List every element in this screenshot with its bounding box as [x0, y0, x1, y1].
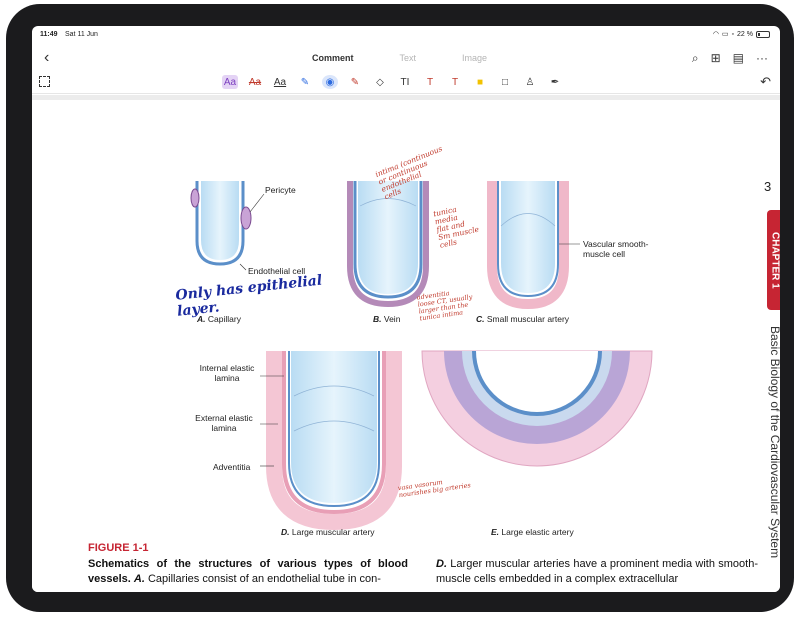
small-artery-drawing — [487, 181, 569, 310]
caption-b: B. Vein — [373, 314, 400, 324]
caption-c-text: Small muscular artery — [486, 314, 570, 324]
figure-caption-letter: A. — [133, 573, 145, 585]
label-pericyte: Pericyte — [265, 185, 296, 195]
body-right-letter: D. — [436, 558, 447, 570]
body-column-right: D. Larger muscular arteries have a promi… — [436, 557, 758, 587]
label-adventitia: Adventitia — [213, 462, 251, 472]
figure-illustration — [190, 181, 653, 531]
caption-e-text: Large elastic artery — [501, 527, 574, 537]
caption-c: C. Small muscular artery — [476, 314, 569, 324]
label-vascular-smooth-muscle: Vascular smooth- muscle cell — [583, 239, 649, 259]
caption-d-text: Large muscular artery — [291, 527, 375, 537]
large-artery-drawing — [266, 351, 402, 531]
label-internal-elastic-lamina: Internal elastic lamina — [199, 363, 255, 383]
figure-caption-rest: Capillaries consist of an endothelial tu… — [144, 573, 381, 585]
caption-e-letter: E. — [491, 527, 500, 537]
body-right-text: Larger muscular arteries have a prominen… — [436, 558, 758, 585]
caption-e: E. Large elastic artery — [491, 527, 574, 537]
body-column-left: Schematics of the structures of various … — [88, 557, 408, 587]
capillary-drawing — [190, 181, 252, 266]
elastic-artery-drawing — [421, 350, 653, 467]
screen: 11:49 Sat 11 Jun ◠ ▭ ▫ 22 % ‹ Comment Te… — [32, 26, 780, 592]
caption-b-text: Vein — [383, 314, 401, 324]
caption-d-letter: D. — [281, 527, 290, 537]
caption-c-letter: C. — [476, 314, 485, 324]
caption-d: D. Large muscular artery — [281, 527, 375, 537]
label-external-elastic-lamina: External elastic lamina — [195, 413, 253, 433]
caption-b-letter: B. — [373, 314, 382, 324]
ipad-frame: 11:49 Sat 11 Jun ◠ ▭ ▫ 22 % ‹ Comment Te… — [6, 4, 794, 612]
figure-title: FIGURE 1-1 — [88, 542, 149, 554]
